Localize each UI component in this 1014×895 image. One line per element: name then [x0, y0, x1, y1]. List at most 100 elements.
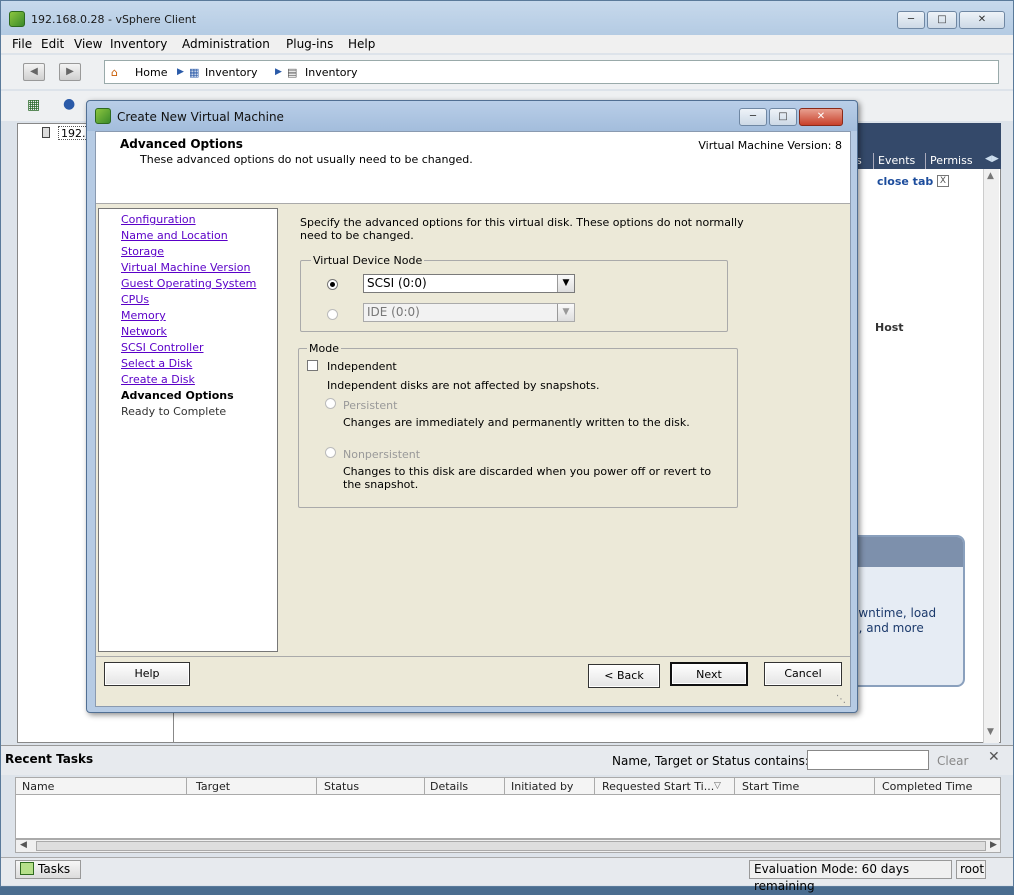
scroll-up-icon[interactable]: ▲: [987, 171, 994, 181]
scroll-right-icon[interactable]: ▶: [990, 840, 997, 850]
nonpersistent-radio[interactable]: [325, 447, 336, 458]
tasks-button[interactable]: Tasks: [15, 860, 81, 879]
tab-strip: s Events Permiss ◀▶: [851, 151, 1001, 169]
close-window-button[interactable]: ✕: [959, 11, 1005, 29]
tree-root-item[interactable]: 192.: [58, 126, 88, 140]
tasks-button-label: Tasks: [38, 862, 71, 876]
user-status: root: [956, 860, 986, 879]
menu-view[interactable]: View: [74, 37, 102, 51]
menu-inventory[interactable]: Inventory: [110, 37, 167, 51]
tab-events[interactable]: Events: [873, 153, 919, 169]
wizard-step-memory[interactable]: Memory: [121, 308, 166, 323]
host-icon: [42, 127, 50, 138]
chevron-down-icon[interactable]: ▼: [557, 275, 574, 292]
wizard-step-name-and-location[interactable]: Name and Location: [121, 228, 228, 243]
address-bar: ⌂ Home ▶ ▦ Inventory ▶ ▤ Inventory: [104, 60, 999, 84]
help-button[interactable]: Help: [104, 662, 190, 686]
home-icon[interactable]: ⌂: [111, 66, 118, 79]
maximize-button[interactable]: □: [927, 11, 957, 29]
close-tab-link[interactable]: close tab: [877, 175, 933, 188]
persistent-radio[interactable]: [325, 398, 336, 409]
scroll-left-icon[interactable]: ◀: [20, 840, 27, 850]
breadcrumb-inventory-2[interactable]: Inventory: [305, 66, 358, 79]
wizard-step-select-a-disk[interactable]: Select a Disk: [121, 356, 192, 371]
column-details[interactable]: Details: [430, 780, 468, 793]
dialog-body: Advanced Options These advanced options …: [95, 131, 851, 707]
chevron-down-icon[interactable]: ▼: [557, 304, 574, 321]
hosts-icon: ▤: [287, 66, 298, 79]
ide-radio[interactable]: [327, 309, 338, 320]
dialog-close-button[interactable]: ✕: [799, 108, 843, 126]
ide-node-select[interactable]: IDE (0:0) ▼: [363, 303, 575, 322]
vsphere-app-icon: [9, 11, 25, 27]
refresh-icon[interactable]: ●: [63, 96, 75, 112]
breadcrumb-arrow-icon: ▶: [275, 67, 282, 77]
wizard-step-subtitle: These advanced options do not usually ne…: [140, 153, 473, 166]
menu-bar: File Edit View Inventory Administration …: [1, 35, 1013, 53]
close-tab-icon[interactable]: X: [937, 175, 949, 187]
vsphere-app-icon: [95, 108, 111, 124]
filter-dropdown[interactable]: Name, Target or Status contains: ▾: [612, 754, 819, 768]
scroll-thumb[interactable]: [36, 841, 986, 851]
scsi-radio[interactable]: [327, 279, 338, 290]
column-requested-start[interactable]: Requested Start Ti...: [602, 780, 714, 793]
add-host-icon[interactable]: ▦: [27, 97, 40, 113]
wizard-step-cpus[interactable]: CPUs: [121, 292, 149, 307]
tab-permissions[interactable]: Permiss: [925, 153, 977, 169]
wizard-step-guest-operating-system[interactable]: Guest Operating System: [121, 276, 256, 291]
cancel-button[interactable]: Cancel: [764, 662, 842, 686]
tab-scroll-icon[interactable]: ◀▶: [985, 154, 999, 164]
nonpersistent-label[interactable]: Nonpersistent: [343, 448, 420, 461]
create-vm-dialog: Create New Virtual Machine ─ □ ✕ Advance…: [86, 100, 858, 713]
content-scrollbar[interactable]: ▲ ▼: [983, 169, 999, 743]
advanced-options-content: Specify the advanced options for this vi…: [284, 208, 850, 652]
menu-administration[interactable]: Administration: [182, 37, 270, 51]
wizard-step-configuration[interactable]: Configuration: [121, 212, 196, 227]
independent-label[interactable]: Independent: [327, 360, 397, 373]
wizard-step-create-a-disk[interactable]: Create a Disk: [121, 372, 195, 387]
scsi-node-select[interactable]: SCSI (0:0) ▼: [363, 274, 575, 293]
virtual-device-node-group: Virtual Device Node SCSI (0:0) ▼ IDE (0:…: [300, 254, 728, 332]
next-button[interactable]: Next: [670, 662, 748, 686]
filter-input[interactable]: [807, 750, 929, 770]
independent-checkbox[interactable]: [307, 360, 318, 371]
dialog-titlebar: Create New Virtual Machine ─ □ ✕: [87, 101, 857, 131]
intro-text: Specify the advanced options for this vi…: [300, 216, 744, 242]
clear-button[interactable]: Clear: [937, 754, 968, 768]
close-icon[interactable]: ✕: [988, 749, 1000, 765]
dialog-minimize-button[interactable]: ─: [739, 108, 767, 126]
nonpersistent-description: Changes to this disk are discarded when …: [343, 465, 712, 491]
column-completed-time[interactable]: Completed Time: [882, 780, 972, 793]
resize-grip-icon[interactable]: ⋱: [836, 694, 846, 705]
back-nav-icon[interactable]: ◀: [23, 63, 45, 81]
breadcrumb-home[interactable]: Home: [135, 66, 167, 79]
wizard-step-virtual-machine-version[interactable]: Virtual Machine Version: [121, 260, 250, 275]
wizard-step-network[interactable]: Network: [121, 324, 167, 339]
scroll-down-icon[interactable]: ▼: [987, 727, 994, 737]
menu-file[interactable]: File: [12, 37, 32, 51]
menu-edit[interactable]: Edit: [41, 37, 64, 51]
inventory-icon: ▦: [189, 66, 200, 79]
wizard-step-scsi-controller[interactable]: SCSI Controller: [121, 340, 204, 355]
column-start-time[interactable]: Start Time: [742, 780, 799, 793]
column-target[interactable]: Target: [196, 780, 230, 793]
wizard-step-storage[interactable]: Storage: [121, 244, 164, 259]
menu-help[interactable]: Help: [348, 37, 375, 51]
tasks-horizontal-scrollbar[interactable]: ◀ ▶: [15, 839, 1001, 853]
tasks-icon: [20, 862, 34, 875]
column-initiated-by[interactable]: Initiated by: [511, 780, 573, 793]
vdn-legend: Virtual Device Node: [311, 254, 425, 267]
minimize-button[interactable]: ─: [897, 11, 925, 29]
breadcrumb-inventory-1[interactable]: Inventory: [205, 66, 258, 79]
column-name[interactable]: Name: [22, 780, 54, 793]
vm-version-label: Virtual Machine Version: 8: [698, 139, 842, 152]
menu-plugins[interactable]: Plug-ins: [286, 37, 333, 51]
dialog-maximize-button[interactable]: □: [769, 108, 797, 126]
persistent-label[interactable]: Persistent: [343, 399, 397, 412]
back-button[interactable]: < Back: [588, 664, 660, 688]
forward-nav-icon[interactable]: ▶: [59, 63, 81, 81]
main-titlebar: 192.168.0.28 - vSphere Client ─ □ ✕: [1, 1, 1013, 35]
ide-node-value: IDE (0:0): [367, 305, 420, 319]
persistent-description: Changes are immediately and permanently …: [343, 416, 690, 429]
column-status[interactable]: Status: [324, 780, 359, 793]
